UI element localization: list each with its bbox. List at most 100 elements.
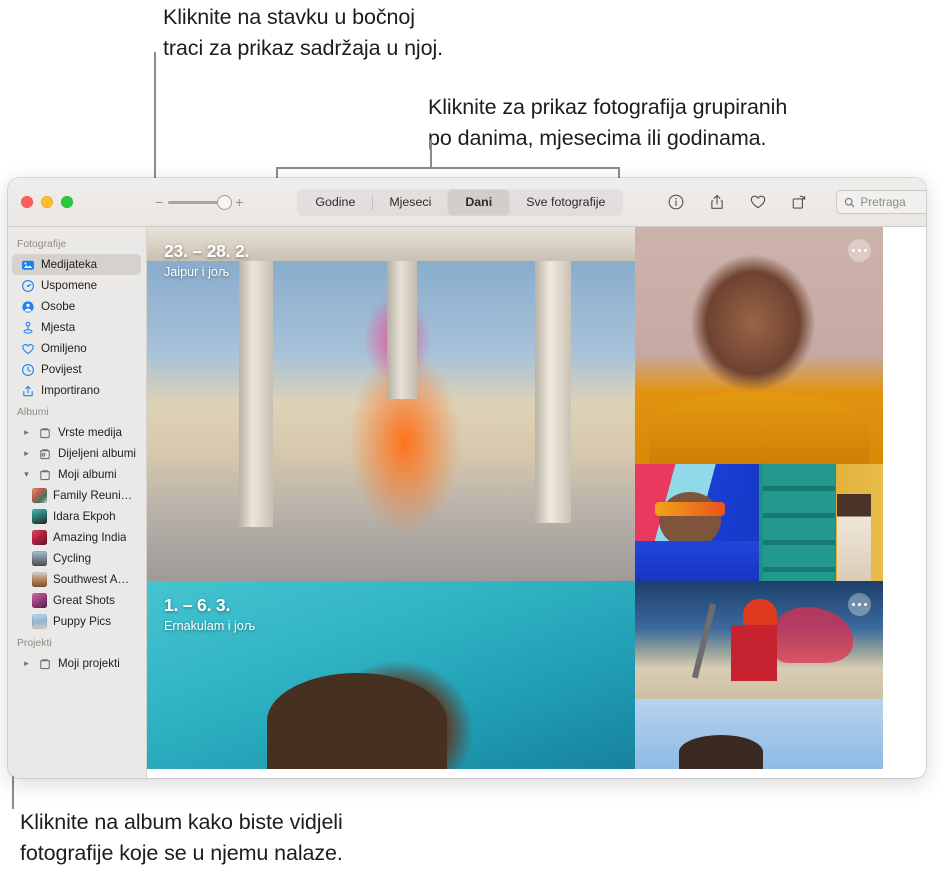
thumb-puppy-pics: [32, 614, 47, 629]
chevron-right-icon[interactable]: ▸: [21, 428, 32, 437]
info-icon[interactable]: [667, 193, 685, 211]
zoom-out-label[interactable]: −: [155, 195, 163, 209]
thumbnail-zoom-slider[interactable]: − +: [155, 195, 243, 210]
window-traffic-lights: [8, 196, 77, 208]
thumb-family-reunion: [32, 488, 47, 503]
thumb-idara-ekpoh: [32, 509, 47, 524]
window-body: Fotografije Medijateka Uspomene Osobe Mj…: [8, 227, 926, 778]
rotate-icon[interactable]: [790, 193, 808, 211]
sidebar-item-label: Idara Ekpoh: [53, 510, 116, 523]
sidebar-item-label: Dijeljeni albumi: [58, 447, 136, 460]
sidebar-album-cycling[interactable]: Cycling: [12, 548, 141, 569]
sidebar-item-label: Great Shots: [53, 594, 115, 607]
imported-icon: [23, 385, 33, 396]
day-group-date: 1. – 6. 3.: [164, 595, 231, 615]
day-group: 23. – 28. 2. Jaipur i joљ: [147, 227, 926, 581]
zoom-in-label[interactable]: +: [235, 195, 243, 209]
zoom-button[interactable]: [61, 196, 73, 208]
callout-sidebar-text: Kliknite na stavku u bočnoj traci za pri…: [163, 5, 444, 60]
segment-days[interactable]: Dani: [448, 189, 510, 215]
sidebar-item-moji-albumi[interactable]: ▾ Moji albumi: [12, 464, 141, 485]
toolbar-actions: [667, 193, 808, 211]
search-field[interactable]: Pretraga: [836, 190, 926, 214]
photo-man-sunglasses[interactable]: [635, 464, 759, 581]
sidebar-item-omiljeno[interactable]: Omiljeno: [12, 338, 141, 359]
view-mode-segmented-control[interactable]: Godine Mjeseci Dani Sve fotografije: [297, 188, 624, 216]
photo-swimmer[interactable]: 1. – 6. 3. Ernakulam i joљ: [147, 581, 635, 769]
photo-grid[interactable]: 23. – 28. 2. Jaipur i joљ 1. – 6. 3. Ern…: [147, 227, 926, 778]
sidebar[interactable]: Fotografije Medijateka Uspomene Osobe Mj…: [8, 227, 147, 778]
segment-months[interactable]: Mjeseci: [372, 190, 448, 215]
photo-sky-portrait[interactable]: [635, 699, 883, 769]
photo-library-icon: [22, 260, 34, 270]
sidebar-item-label: Mjesta: [41, 321, 76, 334]
sidebar-album-great-shots[interactable]: Great Shots: [12, 590, 141, 611]
sidebar-item-label: Family Reuni…: [53, 489, 133, 502]
sidebar-item-label: Povijest: [41, 363, 82, 376]
recents-clock-icon: [22, 363, 34, 376]
zoom-slider-track[interactable]: [168, 195, 233, 210]
sidebar-item-label: Uspomene: [41, 279, 98, 292]
sidebar-item-label: Southwest A…: [53, 573, 130, 586]
segment-all-photos[interactable]: Sve fotografije: [509, 190, 622, 215]
minimize-button[interactable]: [41, 196, 53, 208]
zoom-slider-knob[interactable]: [217, 195, 233, 210]
sidebar-item-importirano[interactable]: Importirano: [12, 380, 141, 401]
sidebar-section-photos-title: Fotografije: [17, 239, 67, 250]
sidebar-item-mjesta[interactable]: Mjesta: [12, 317, 141, 338]
sidebar-album-amazing-india[interactable]: Amazing India: [12, 527, 141, 548]
callout-viewmode-bracket-top: [276, 167, 619, 169]
day-group-place: Jaipur i joљ: [164, 265, 230, 279]
more-options-badge[interactable]: [848, 593, 871, 616]
sidebar-item-label: Amazing India: [53, 531, 127, 544]
folder-icon: [40, 658, 50, 669]
chevron-right-icon[interactable]: ▸: [21, 659, 32, 668]
thumb-cycling: [32, 551, 47, 566]
day-group-place: Ernakulam i joљ: [164, 619, 256, 633]
photo-cyclist-red-cape[interactable]: [635, 581, 883, 699]
sidebar-item-label: Omiljeno: [41, 342, 87, 355]
segment-years[interactable]: Godine: [298, 190, 372, 215]
more-options-badge[interactable]: [848, 239, 871, 262]
callout-viewmode-leader-stem: [430, 140, 432, 168]
search-icon: [845, 197, 855, 207]
photo-pair: [635, 464, 883, 581]
photo-dancer-pavilion[interactable]: 23. – 28. 2. Jaipur i joљ: [147, 227, 635, 581]
sidebar-item-moji-projekti[interactable]: ▸ Moji projekti: [12, 653, 141, 674]
favorite-heart-icon[interactable]: [749, 193, 767, 211]
day-group: 1. – 6. 3. Ernakulam i joљ: [147, 581, 926, 769]
heart-icon: [22, 343, 34, 354]
sidebar-album-puppy-pics[interactable]: Puppy Pics: [12, 611, 141, 632]
share-icon[interactable]: [708, 193, 726, 211]
sidebar-item-label: Puppy Pics: [53, 615, 111, 628]
sidebar-item-label: Medijateka: [41, 258, 98, 271]
photo-woman-green-door[interactable]: [759, 464, 883, 581]
close-button[interactable]: [21, 196, 33, 208]
toolbar: − + Godine Mjeseci Dani Sve fotografije: [8, 178, 926, 227]
callout-album-text: Kliknite na album kako biste vidjeli fot…: [20, 810, 343, 865]
sidebar-item-osobe[interactable]: Osobe: [12, 296, 141, 317]
chevron-down-icon[interactable]: ▾: [21, 470, 32, 479]
folder-icon: [40, 469, 50, 480]
thumb-great-shots: [32, 593, 47, 608]
folder-icon: [40, 427, 50, 438]
chevron-right-icon[interactable]: ▸: [21, 449, 32, 458]
sidebar-section-albums-title: Albumi: [17, 407, 49, 418]
sidebar-item-vrste-medija[interactable]: ▸ Vrste medija: [12, 422, 141, 443]
photos-app-window: − + Godine Mjeseci Dani Sve fotografije: [8, 178, 926, 778]
sidebar-item-povijest[interactable]: Povijest: [12, 359, 141, 380]
places-pin-icon: [23, 321, 33, 334]
sidebar-album-family-reunion[interactable]: Family Reuni…: [12, 485, 141, 506]
search-placeholder: Pretraga: [860, 195, 906, 209]
sidebar-item-label: Importirano: [41, 384, 100, 397]
sidebar-item-uspomene[interactable]: Uspomene: [12, 275, 141, 296]
shared-folder-icon: [40, 448, 50, 459]
sidebar-item-label: Moji albumi: [58, 468, 117, 481]
sidebar-item-label: Cycling: [53, 552, 92, 565]
sidebar-album-idara-ekpoh[interactable]: Idara Ekpoh: [12, 506, 141, 527]
sidebar-item-medijateka[interactable]: Medijateka: [12, 254, 141, 275]
sidebar-item-label: Moji projekti: [58, 657, 120, 670]
sidebar-album-southwest[interactable]: Southwest A…: [12, 569, 141, 590]
sidebar-item-dijeljeni-albumi[interactable]: ▸ Dijeljeni albumi: [12, 443, 141, 464]
photo-woman-orange-scarf[interactable]: [635, 227, 883, 464]
